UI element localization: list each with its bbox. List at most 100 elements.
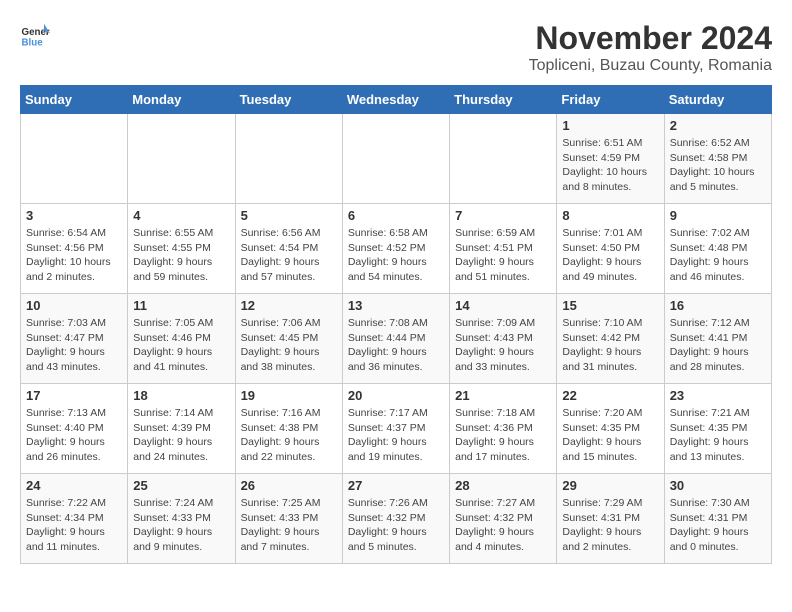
day-cell: 20 Sunrise: 7:17 AM Sunset: 4:37 PM Dayli…	[342, 384, 449, 474]
day-info: Sunrise: 7:06 AM Sunset: 4:45 PM Dayligh…	[241, 316, 337, 375]
day-cell: 30Sunrise: 7:30 AM Sunset: 4:31 PM Dayli…	[664, 474, 771, 564]
day-info: Sunrise: 7:20 AM Sunset: 4:35 PM Dayligh…	[562, 406, 658, 465]
day-number: 13	[348, 298, 444, 313]
day-number: 11	[133, 298, 229, 313]
day-info: Sunrise: 6:54 AM Sunset: 4:56 PM Dayligh…	[26, 226, 122, 285]
day-number: 14	[455, 298, 551, 313]
day-info: Sunrise: 7:14 AM Sunset: 4:39 PM Dayligh…	[133, 406, 229, 465]
day-number: 18	[133, 388, 229, 403]
day-number: 26	[241, 478, 337, 493]
day-number: 3	[26, 208, 122, 223]
day-number: 1	[562, 118, 658, 133]
day-cell: 16Sunrise: 7:12 AM Sunset: 4:41 PM Dayli…	[664, 294, 771, 384]
day-cell: 19 Sunrise: 7:16 AM Sunset: 4:38 PM Dayli…	[235, 384, 342, 474]
day-info: Sunrise: 7:09 AM Sunset: 4:43 PM Dayligh…	[455, 316, 551, 375]
day-info: Sunrise: 6:59 AM Sunset: 4:51 PM Dayligh…	[455, 226, 551, 285]
day-number: 22	[562, 388, 658, 403]
day-cell: 26 Sunrise: 7:25 AM Sunset: 4:33 PM Dayli…	[235, 474, 342, 564]
location-title: Topliceni, Buzau County, Romania	[529, 57, 772, 75]
day-number: 24	[26, 478, 122, 493]
day-info: Sunrise: 6:58 AM Sunset: 4:52 PM Dayligh…	[348, 226, 444, 285]
day-cell: 4 Sunrise: 6:55 AM Sunset: 4:55 PM Daylig…	[128, 204, 235, 294]
day-number: 7	[455, 208, 551, 223]
day-number: 8	[562, 208, 658, 223]
day-number: 23	[670, 388, 766, 403]
day-cell	[235, 114, 342, 204]
day-cell: 23 Sunrise: 7:21 AM Sunset: 4:35 PM Dayli…	[664, 384, 771, 474]
day-info: Sunrise: 7:21 AM Sunset: 4:35 PM Dayligh…	[670, 406, 766, 465]
day-cell: 18 Sunrise: 7:14 AM Sunset: 4:39 PM Dayli…	[128, 384, 235, 474]
header-cell-wednesday: Wednesday	[342, 86, 449, 114]
day-cell: 5 Sunrise: 6:56 AM Sunset: 4:54 PM Daylig…	[235, 204, 342, 294]
logo: General Blue	[20, 20, 54, 50]
day-cell: 25Sunrise: 7:24 AM Sunset: 4:33 PM Dayli…	[128, 474, 235, 564]
day-info: Sunrise: 6:51 AM Sunset: 4:59 PM Dayligh…	[562, 136, 658, 195]
day-cell: 15Sunrise: 7:10 AM Sunset: 4:42 PM Dayli…	[557, 294, 664, 384]
day-number: 2	[670, 118, 766, 133]
day-cell: 14 Sunrise: 7:09 AM Sunset: 4:43 PM Dayli…	[450, 294, 557, 384]
header-cell-tuesday: Tuesday	[235, 86, 342, 114]
header-cell-saturday: Saturday	[664, 86, 771, 114]
calendar-body: 1 Sunrise: 6:51 AM Sunset: 4:59 PM Daylig…	[21, 114, 772, 564]
day-number: 19	[241, 388, 337, 403]
day-info: Sunrise: 7:08 AM Sunset: 4:44 PM Dayligh…	[348, 316, 444, 375]
day-cell	[128, 114, 235, 204]
day-number: 10	[26, 298, 122, 313]
day-cell: 7 Sunrise: 6:59 AM Sunset: 4:51 PM Daylig…	[450, 204, 557, 294]
header-cell-sunday: Sunday	[21, 86, 128, 114]
day-cell: 12 Sunrise: 7:06 AM Sunset: 4:45 PM Dayli…	[235, 294, 342, 384]
day-info: Sunrise: 7:10 AM Sunset: 4:42 PM Dayligh…	[562, 316, 658, 375]
day-number: 21	[455, 388, 551, 403]
header-row: SundayMondayTuesdayWednesdayThursdayFrid…	[21, 86, 772, 114]
day-cell	[21, 114, 128, 204]
day-info: Sunrise: 6:56 AM Sunset: 4:54 PM Dayligh…	[241, 226, 337, 285]
day-cell: 6 Sunrise: 6:58 AM Sunset: 4:52 PM Daylig…	[342, 204, 449, 294]
day-info: Sunrise: 7:26 AM Sunset: 4:32 PM Dayligh…	[348, 496, 444, 555]
day-cell: 10 Sunrise: 7:03 AM Sunset: 4:47 PM Dayli…	[21, 294, 128, 384]
month-title: November 2024	[529, 20, 772, 57]
day-cell: 2 Sunrise: 6:52 AM Sunset: 4:58 PM Daylig…	[664, 114, 771, 204]
day-number: 6	[348, 208, 444, 223]
day-cell: 8 Sunrise: 7:01 AM Sunset: 4:50 PM Daylig…	[557, 204, 664, 294]
day-number: 20	[348, 388, 444, 403]
day-number: 5	[241, 208, 337, 223]
day-info: Sunrise: 7:01 AM Sunset: 4:50 PM Dayligh…	[562, 226, 658, 285]
day-info: Sunrise: 7:29 AM Sunset: 4:31 PM Dayligh…	[562, 496, 658, 555]
svg-text:Blue: Blue	[22, 38, 44, 49]
day-info: Sunrise: 7:24 AM Sunset: 4:33 PM Dayligh…	[133, 496, 229, 555]
day-number: 12	[241, 298, 337, 313]
logo-icon: General Blue	[20, 20, 50, 50]
day-info: Sunrise: 7:12 AM Sunset: 4:41 PM Dayligh…	[670, 316, 766, 375]
day-number: 17	[26, 388, 122, 403]
day-cell: 3 Sunrise: 6:54 AM Sunset: 4:56 PM Daylig…	[21, 204, 128, 294]
day-cell	[342, 114, 449, 204]
week-row: 24 Sunrise: 7:22 AM Sunset: 4:34 PM Dayli…	[21, 474, 772, 564]
day-info: Sunrise: 7:22 AM Sunset: 4:34 PM Dayligh…	[26, 496, 122, 555]
day-info: Sunrise: 7:25 AM Sunset: 4:33 PM Dayligh…	[241, 496, 337, 555]
header-cell-monday: Monday	[128, 86, 235, 114]
week-row: 3 Sunrise: 6:54 AM Sunset: 4:56 PM Daylig…	[21, 204, 772, 294]
day-info: Sunrise: 7:17 AM Sunset: 4:37 PM Dayligh…	[348, 406, 444, 465]
week-row: 17Sunrise: 7:13 AM Sunset: 4:40 PM Dayli…	[21, 384, 772, 474]
day-cell: 29 Sunrise: 7:29 AM Sunset: 4:31 PM Dayli…	[557, 474, 664, 564]
day-cell: 11 Sunrise: 7:05 AM Sunset: 4:46 PM Dayli…	[128, 294, 235, 384]
day-number: 4	[133, 208, 229, 223]
day-number: 28	[455, 478, 551, 493]
day-info: Sunrise: 7:05 AM Sunset: 4:46 PM Dayligh…	[133, 316, 229, 375]
day-cell	[450, 114, 557, 204]
day-info: Sunrise: 6:55 AM Sunset: 4:55 PM Dayligh…	[133, 226, 229, 285]
header: General Blue November 2024 Topliceni, Bu…	[20, 20, 772, 75]
day-info: Sunrise: 7:27 AM Sunset: 4:32 PM Dayligh…	[455, 496, 551, 555]
day-cell: 24 Sunrise: 7:22 AM Sunset: 4:34 PM Dayli…	[21, 474, 128, 564]
day-cell: 17Sunrise: 7:13 AM Sunset: 4:40 PM Dayli…	[21, 384, 128, 474]
header-cell-thursday: Thursday	[450, 86, 557, 114]
calendar-table: SundayMondayTuesdayWednesdayThursdayFrid…	[20, 85, 772, 564]
day-info: Sunrise: 7:03 AM Sunset: 4:47 PM Dayligh…	[26, 316, 122, 375]
day-cell: 1 Sunrise: 6:51 AM Sunset: 4:59 PM Daylig…	[557, 114, 664, 204]
header-cell-friday: Friday	[557, 86, 664, 114]
day-info: Sunrise: 7:16 AM Sunset: 4:38 PM Dayligh…	[241, 406, 337, 465]
day-info: Sunrise: 6:52 AM Sunset: 4:58 PM Dayligh…	[670, 136, 766, 195]
week-row: 1 Sunrise: 6:51 AM Sunset: 4:59 PM Daylig…	[21, 114, 772, 204]
day-cell: 27Sunrise: 7:26 AM Sunset: 4:32 PM Dayli…	[342, 474, 449, 564]
day-number: 29	[562, 478, 658, 493]
